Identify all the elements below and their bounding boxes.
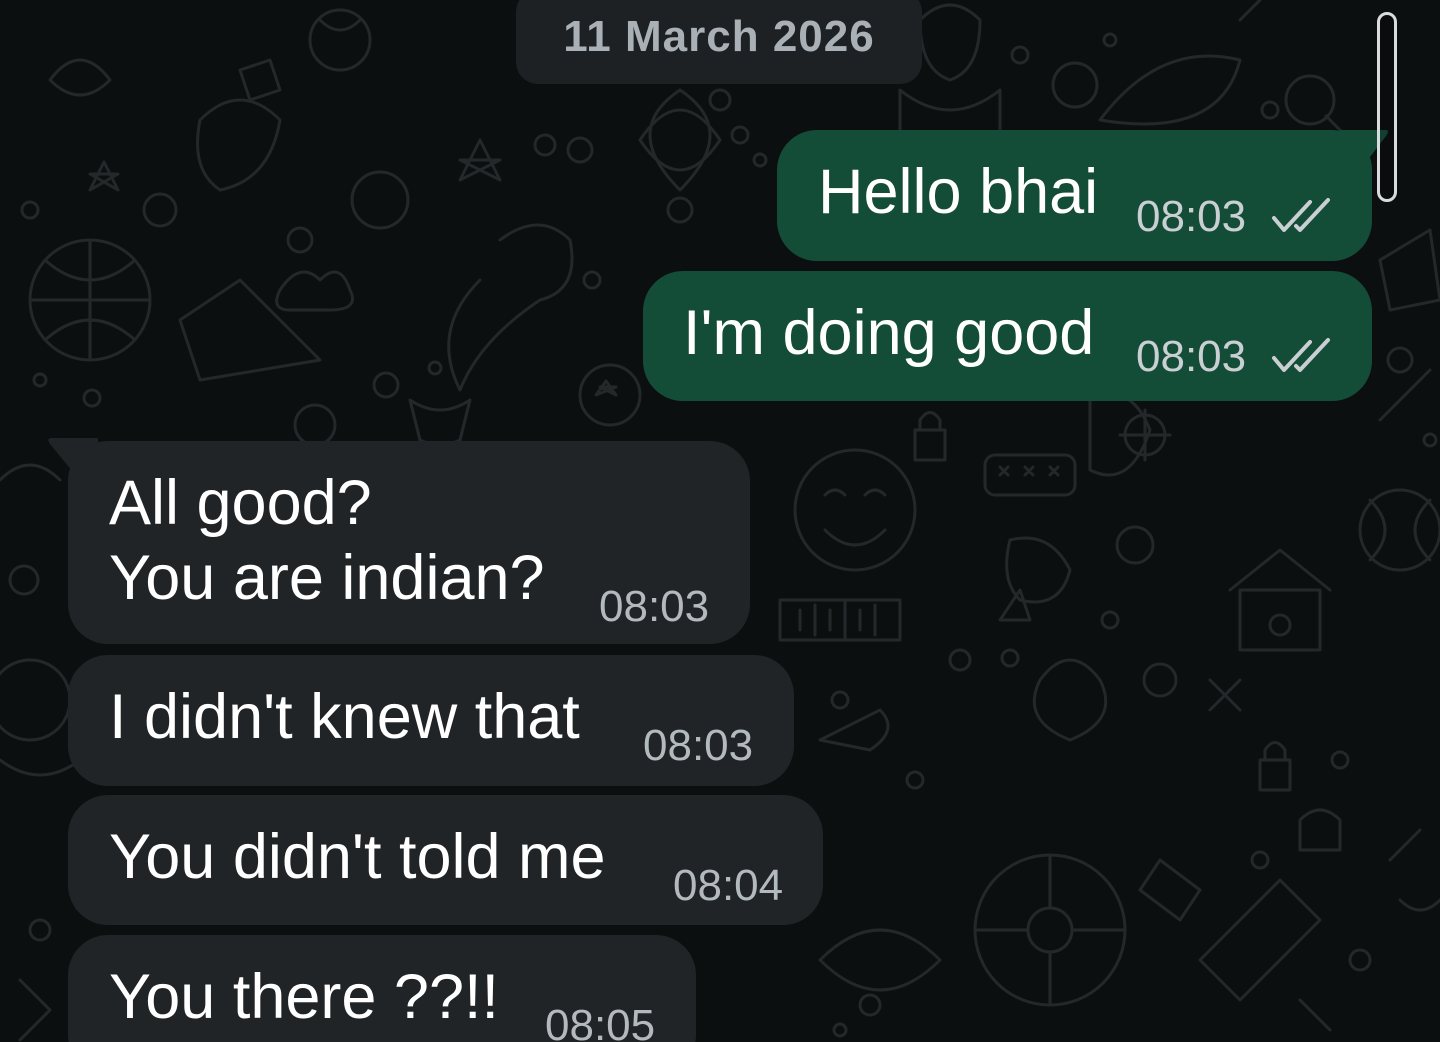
- message-bubble-incoming[interactable]: All good? You are indian? 08:03: [68, 441, 750, 644]
- message-bubble-incoming[interactable]: You there ??!! 08:05: [68, 935, 696, 1042]
- message-time: 08:05: [545, 1001, 656, 1042]
- double-check-icon: [1272, 338, 1330, 372]
- message-text: I'm doing good: [683, 298, 1095, 368]
- message-time: 08:03: [643, 721, 754, 770]
- message-time: 08:03: [1136, 332, 1247, 381]
- message-text: You there ??!!: [109, 962, 499, 1032]
- message-text-line: You are indian?: [109, 543, 545, 613]
- message-text-line: All good?: [109, 468, 372, 538]
- message-time: 08:03: [1136, 192, 1247, 241]
- date-separator: 11 March 2026: [516, 0, 922, 84]
- message-bubble-outgoing[interactable]: I'm doing good 08:03: [643, 271, 1372, 401]
- message-bubble-incoming[interactable]: I didn't knew that 08:03: [68, 655, 794, 786]
- double-check-icon: [1272, 198, 1330, 232]
- message-text: I didn't knew that: [109, 682, 580, 752]
- message-time: 08:04: [673, 861, 784, 910]
- message-bubble-outgoing[interactable]: Hello bhai 08:03: [777, 130, 1372, 261]
- message-bubble-incoming[interactable]: You didn't told me 08:04: [68, 795, 823, 925]
- scrollbar-thumb[interactable]: [1377, 12, 1397, 202]
- message-time: 08:03: [599, 582, 710, 631]
- message-text: You didn't told me: [109, 822, 606, 892]
- message-text: Hello bhai: [818, 157, 1099, 227]
- chat-screen: 11 March 2026 Hello bhai 08:03 I'm doing…: [0, 0, 1440, 1042]
